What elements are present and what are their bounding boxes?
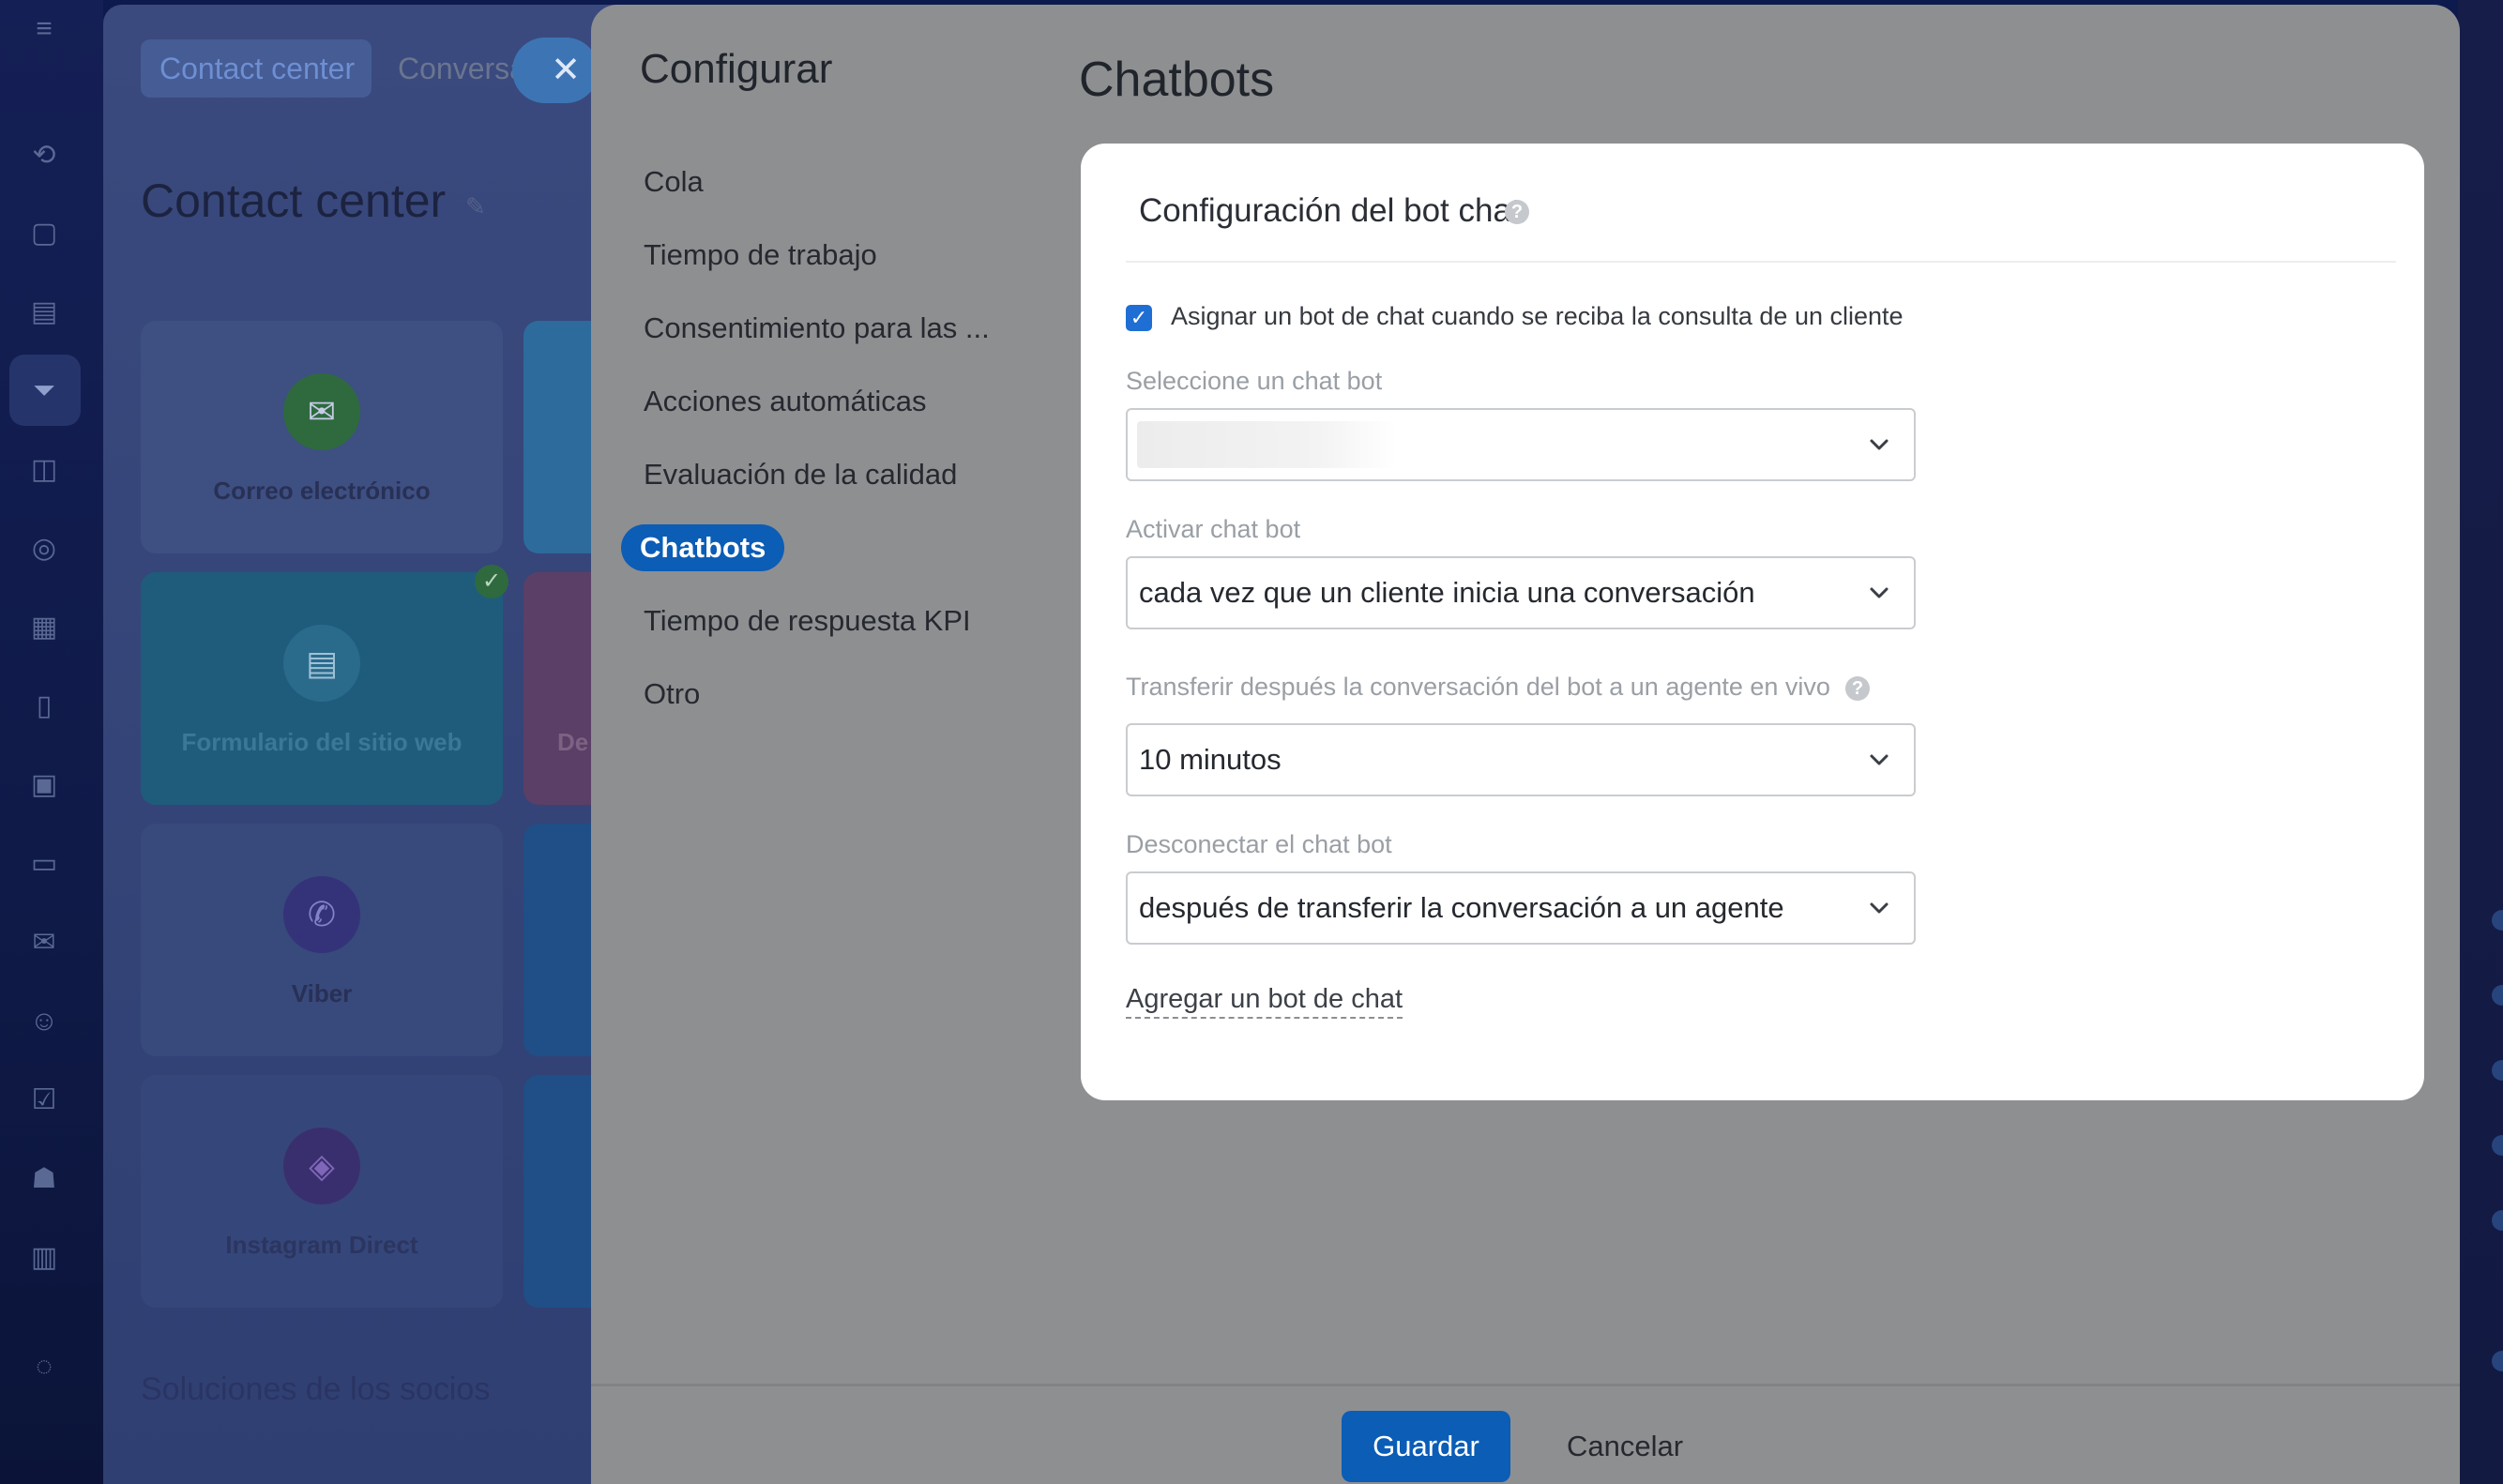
select-value: después de transferir la conversación a … [1139, 891, 1784, 924]
checklist-icon[interactable]: ☑ [24, 1081, 64, 1120]
edit-pencil-icon[interactable]: ✎ [465, 192, 486, 221]
lifebuoy-icon[interactable]: ◎ [24, 529, 64, 568]
partner-solutions-heading: Soluciones de los socios [141, 1371, 491, 1407]
select-value: cada vez que un cliente inicia una conve… [1139, 576, 1755, 609]
disconnect-chatbot-dropdown[interactable]: después de transferir la conversación a … [1126, 871, 1916, 945]
tile-label: Viber [291, 979, 353, 1007]
instagram-icon: ◈ [283, 1128, 360, 1204]
tile-web-form[interactable]: ▤ Formulario del sitio web [141, 572, 503, 805]
menu-item-kpi-response-time[interactable]: Tiempo de respuesta KPI [644, 598, 971, 644]
card-icon[interactable]: ▭ [24, 844, 64, 884]
divider [1126, 261, 2396, 263]
menu-item-automatic-actions[interactable]: Acciones automáticas [644, 378, 927, 425]
table-icon[interactable]: ▥ [24, 1238, 64, 1278]
settings-title: Configurar [640, 46, 833, 92]
calendar-icon[interactable]: ▦ [24, 608, 64, 647]
select-chatbot-dropdown[interactable] [1126, 408, 1916, 481]
chat-icon[interactable]: ▢ [24, 214, 64, 253]
menu-item-quality-rating[interactable]: Evaluación de la calidad [644, 451, 957, 498]
menu-item-other[interactable]: Otro [644, 671, 700, 718]
check-icon: ✓ [1130, 306, 1148, 329]
mail-icon[interactable]: ✉ [24, 923, 64, 962]
viber-icon: ✆ [283, 876, 360, 953]
tab-contact-center[interactable]: Contact center [141, 39, 372, 98]
form-icon: ▤ [283, 625, 360, 702]
right-panel-edge [2458, 0, 2503, 1484]
users-icon[interactable]: ☺ [24, 1002, 64, 1041]
menu-icon[interactable]: ≡ [24, 9, 64, 49]
chevron-down-icon [1870, 902, 1889, 914]
feed-icon[interactable]: ⟲ [24, 136, 64, 175]
chevron-down-icon [1870, 754, 1889, 765]
disconnect-chatbot-label: Desconectar el chat bot [1126, 830, 1392, 858]
tab-conversations[interactable]: Conversa [398, 39, 529, 98]
left-sidebar: ≡ ⟲ ▢ ▤ ⏷ ◫ ◎ ▦ ▯ ▣ ▭ ✉ ☺ ☑ ☗ ▥ ◌ [0, 0, 103, 1484]
robot-icon[interactable]: ☗ [24, 1159, 64, 1199]
transfer-label: Transferir después la conversación del b… [1126, 673, 1830, 701]
tile-label: Formulario del sitio web [181, 728, 463, 756]
mail-icon: ✉ [283, 373, 360, 450]
chatbot-settings-card: Configuración del bot chat ? ✓ Asignar u… [1081, 144, 2424, 1100]
cancel-button[interactable]: Cancelar [1559, 1411, 1691, 1482]
tile-email[interactable]: ✉ Correo electrónico [141, 321, 503, 553]
menu-item-consent[interactable]: Consentimiento para las ... [644, 305, 990, 352]
tile-label: De [557, 728, 589, 756]
tile-viber[interactable]: ✆ Viber [141, 824, 503, 1056]
connected-check-icon: ✓ [475, 565, 508, 598]
presentation-icon[interactable]: ▣ [24, 765, 64, 805]
tile-label: Correo electrónico [213, 477, 431, 505]
chevron-down-icon [1870, 439, 1889, 450]
close-icon: ✕ [551, 51, 581, 90]
assign-chatbot-checkbox[interactable]: ✓ [1126, 305, 1152, 331]
document-icon[interactable]: ▯ [24, 687, 64, 726]
funnel-icon[interactable]: ⏷ [24, 371, 64, 411]
tasks-icon[interactable]: ▤ [24, 293, 64, 332]
footer-bar [591, 1384, 2460, 1484]
tile-label: Instagram Direct [225, 1231, 418, 1259]
tile-instagram[interactable]: ◈ Instagram Direct [141, 1075, 503, 1308]
settings-slider: Configurar Cola Tiempo de trabajo Consen… [591, 5, 2460, 1484]
help-icon[interactable]: ? [1505, 200, 1529, 224]
add-chatbot-link[interactable]: Agregar un bot de chat [1126, 984, 1403, 1019]
redacted-chatbot-name [1137, 421, 1396, 468]
activate-chatbot-label: Activar chat bot [1126, 515, 1301, 543]
close-slider-button[interactable]: ✕ [512, 38, 599, 103]
help-icon[interactable]: ? [1845, 676, 1870, 701]
menu-item-chatbots[interactable]: Chatbots [621, 524, 785, 571]
content-title: Chatbots [1079, 53, 1275, 107]
contact-center-icon[interactable]: ◫ [24, 450, 64, 490]
card-title: Configuración del bot chat [1139, 192, 1521, 229]
select-value: 10 minutos [1139, 743, 1282, 776]
select-chatbot-label: Seleccione un chat bot [1126, 367, 1383, 395]
activate-chatbot-dropdown[interactable]: cada vez que un cliente inicia una conve… [1126, 556, 1916, 629]
page-title: Contact center [141, 174, 447, 227]
assign-chatbot-label: Asignar un bot de chat cuando se reciba … [1171, 302, 1904, 330]
menu-item-queue[interactable]: Cola [644, 159, 704, 205]
menu-item-working-hours[interactable]: Tiempo de trabajo [644, 232, 877, 279]
chevron-down-icon [1870, 587, 1889, 598]
save-button[interactable]: Guardar [1342, 1411, 1510, 1482]
settings-icon[interactable]: ◌ [24, 1347, 64, 1386]
transfer-time-dropdown[interactable]: 10 minutos [1126, 723, 1916, 796]
